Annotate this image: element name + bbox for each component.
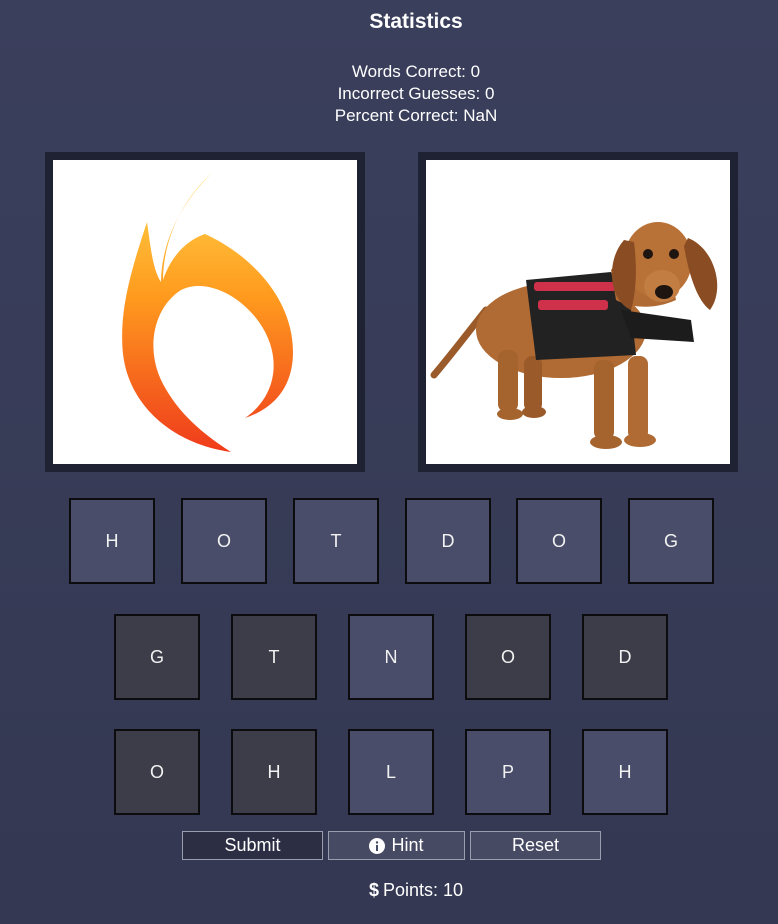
hint-label: Hint <box>391 835 424 855</box>
letter-tile[interactable]: O <box>465 614 551 700</box>
info-icon <box>369 837 386 854</box>
letter-tile[interactable]: O <box>114 729 200 815</box>
letter-tile[interactable]: G <box>114 614 200 700</box>
flame-icon <box>122 172 293 452</box>
submit-button[interactable]: Submit <box>182 831 323 860</box>
stats-panel: Words Correct: 0 Incorrect Guesses: 0 Pe… <box>0 61 778 127</box>
answer-tile[interactable]: O <box>516 498 602 584</box>
answer-tile[interactable]: O <box>181 498 267 584</box>
letter-tile[interactable]: H <box>231 729 317 815</box>
points-label: Points: 10 <box>382 880 464 900</box>
letter-tile[interactable]: T <box>231 614 317 700</box>
dollar-icon: $ <box>368 880 379 900</box>
letter-tile[interactable]: D <box>582 614 668 700</box>
letter-tile[interactable]: H <box>582 729 668 815</box>
dachshund-illustration <box>430 222 718 449</box>
letter-tile[interactable]: L <box>348 729 434 815</box>
points-display: $ Points: 10 <box>0 880 778 901</box>
reset-button[interactable]: Reset <box>470 831 601 860</box>
clue-image-right <box>418 152 738 472</box>
hint-button[interactable]: Hint <box>328 831 465 860</box>
clue-image-left <box>45 152 365 472</box>
answer-tile[interactable]: D <box>405 498 491 584</box>
percent-correct: Percent Correct: NaN <box>334 106 498 125</box>
words-correct: Words Correct: 0 <box>351 62 481 81</box>
stats-title: Statistics <box>369 10 463 33</box>
letter-tile[interactable]: P <box>465 729 551 815</box>
answer-tile[interactable]: T <box>293 498 379 584</box>
incorrect-guesses: Incorrect Guesses: 0 <box>337 84 495 103</box>
answer-tile[interactable]: G <box>628 498 714 584</box>
reset-label: Reset <box>511 835 560 855</box>
submit-label: Submit <box>224 835 281 855</box>
letter-tile[interactable]: N <box>348 614 434 700</box>
answer-tile[interactable]: H <box>69 498 155 584</box>
